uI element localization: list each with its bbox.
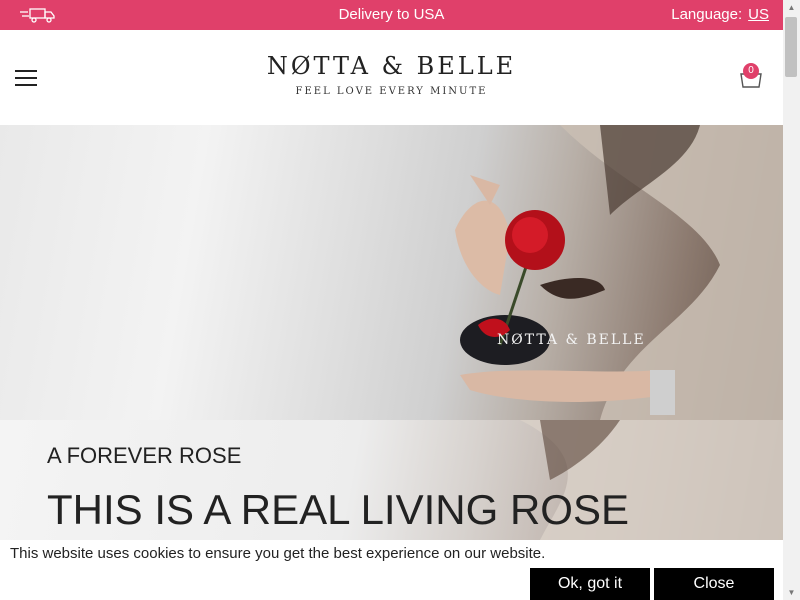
vertical-scrollbar[interactable]: ▲ ▼ — [783, 0, 800, 600]
delivery-text: Delivery to USA — [338, 6, 445, 23]
site-header: NØTTA & BELLE FEEL LOVE EVERY MINUTE 0 — [0, 30, 783, 125]
language-label: Language: — [671, 6, 743, 23]
forever-rose-section: A FOREVER ROSE THIS IS A REAL LIVING ROS… — [0, 420, 783, 540]
hero-rose-image — [455, 125, 783, 420]
section-label: A FOREVER ROSE — [47, 443, 242, 468]
cookie-banner: This website uses cookies to ensure you … — [0, 540, 783, 600]
hero-banner: NØTTA & BELLE — [0, 125, 783, 420]
top-announcement-bar: Delivery to USA Language: US — [0, 0, 783, 30]
logo-name: NØTTA & BELLE — [266, 52, 517, 80]
cookie-close-button[interactable]: Close — [654, 568, 774, 600]
scrollbar-thumb[interactable] — [785, 17, 797, 77]
logo[interactable]: NØTTA & BELLE FEEL LOVE EVERY MINUTE — [0, 52, 783, 97]
scroll-up-arrow-icon[interactable]: ▲ — [783, 0, 800, 15]
cookie-message: This website uses cookies to ensure you … — [10, 545, 546, 562]
language-code-link[interactable]: US — [748, 6, 769, 23]
logo-tagline: FEEL LOVE EVERY MINUTE — [295, 86, 488, 97]
cart-button[interactable]: 0 — [738, 63, 764, 90]
scroll-down-arrow-icon[interactable]: ▼ — [783, 585, 800, 600]
language-selector[interactable]: Language: US — [671, 6, 769, 23]
hero-watermark: NØTTA & BELLE — [497, 332, 646, 348]
section-heading: THIS IS A REAL LIVING ROSE — [47, 486, 629, 533]
cookie-accept-button[interactable]: Ok, got it — [530, 568, 650, 600]
cart-count-badge: 0 — [743, 63, 759, 79]
